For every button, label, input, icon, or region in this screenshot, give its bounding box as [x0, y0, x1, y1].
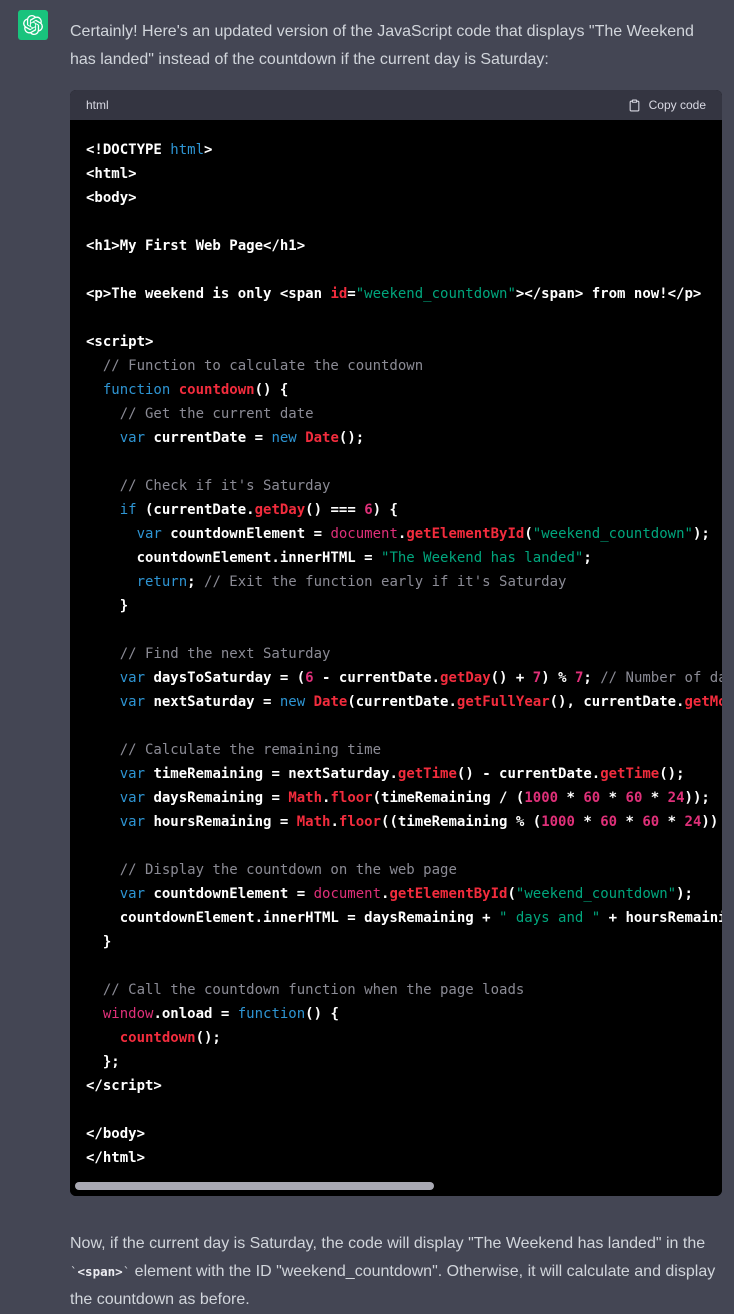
outro-text-post: element with the ID "weekend_countdown".… [70, 1263, 715, 1308]
code-line: </script> [86, 1074, 722, 1098]
code-line: </html> [86, 1146, 722, 1170]
code-line: var hoursRemaining = Math.floor((timeRem… [86, 810, 722, 834]
code-line: var countdownElement = document.getEleme… [86, 522, 722, 546]
code-line: // Display the countdown on the web page [86, 858, 722, 882]
code-line: var daysRemaining = Math.floor(timeRemai… [86, 786, 722, 810]
clipboard-icon [628, 98, 641, 113]
code-block-header: html Copy code [70, 90, 722, 120]
assistant-message: Certainly! Here's an updated version of … [0, 0, 734, 1314]
code-line: var daysToSaturday = (6 - currentDate.ge… [86, 666, 722, 690]
code-line: } [86, 930, 722, 954]
code-line: if (currentDate.getDay() === 6) { [86, 498, 722, 522]
code-line: countdownElement.innerHTML = "The Weeken… [86, 546, 722, 570]
chatgpt-avatar [18, 10, 48, 40]
code-language-label: html [86, 98, 109, 112]
inline-code-span: <span> [78, 1264, 123, 1279]
code-line: countdownElement.innerHTML = daysRemaini… [86, 906, 722, 930]
code-line [86, 258, 722, 282]
code-line [86, 714, 722, 738]
code-line [86, 834, 722, 858]
code-line: function countdown() { [86, 378, 722, 402]
code-content: <!DOCTYPE html><html><body> <h1>My First… [70, 120, 722, 1196]
code-line: // Function to calculate the countdown [86, 354, 722, 378]
message-intro-text: Certainly! Here's an updated version of … [70, 18, 722, 74]
code-line: countdown(); [86, 1026, 722, 1050]
code-line: } [86, 594, 722, 618]
code-line [86, 210, 722, 234]
code-line [86, 954, 722, 978]
code-line: var nextSaturday = new Date(currentDate.… [86, 690, 722, 714]
code-line: var currentDate = new Date(); [86, 426, 722, 450]
backtick: ` [70, 1264, 78, 1279]
code-line: // Get the current date [86, 402, 722, 426]
copy-code-label: Copy code [649, 98, 706, 112]
code-line: }; [86, 1050, 722, 1074]
code-line: <p>The weekend is only <span id="weekend… [86, 282, 722, 306]
code-line: return; // Exit the function early if it… [86, 570, 722, 594]
horizontal-scrollbar[interactable] [75, 1182, 434, 1190]
code-line: <body> [86, 186, 722, 210]
code-line: <script> [86, 330, 722, 354]
code-line: var timeRemaining = nextSaturday.getTime… [86, 762, 722, 786]
code-line: // Call the countdown function when the … [86, 978, 722, 1002]
code-lines: <!DOCTYPE html><html><body> <h1>My First… [86, 138, 722, 1170]
code-line: </body> [86, 1122, 722, 1146]
code-line: <!DOCTYPE html> [86, 138, 722, 162]
code-line [86, 306, 722, 330]
openai-logo-icon [23, 15, 43, 35]
message-outro-text: Now, if the current day is Saturday, the… [70, 1230, 722, 1314]
code-line: // Calculate the remaining time [86, 738, 722, 762]
code-block: html Copy code <!DOCTYPE html><html><bod… [70, 90, 722, 1196]
code-line [86, 1098, 722, 1122]
code-line [86, 618, 722, 642]
code-line: // Find the next Saturday [86, 642, 722, 666]
code-line: window.onload = function() { [86, 1002, 722, 1026]
outro-text-pre: Now, if the current day is Saturday, the… [70, 1235, 705, 1252]
code-line [86, 450, 722, 474]
code-line: <h1>My First Web Page</h1> [86, 234, 722, 258]
copy-code-button[interactable]: Copy code [628, 98, 706, 113]
code-line: // Check if it's Saturday [86, 474, 722, 498]
code-line: <html> [86, 162, 722, 186]
code-line: var countdownElement = document.getEleme… [86, 882, 722, 906]
